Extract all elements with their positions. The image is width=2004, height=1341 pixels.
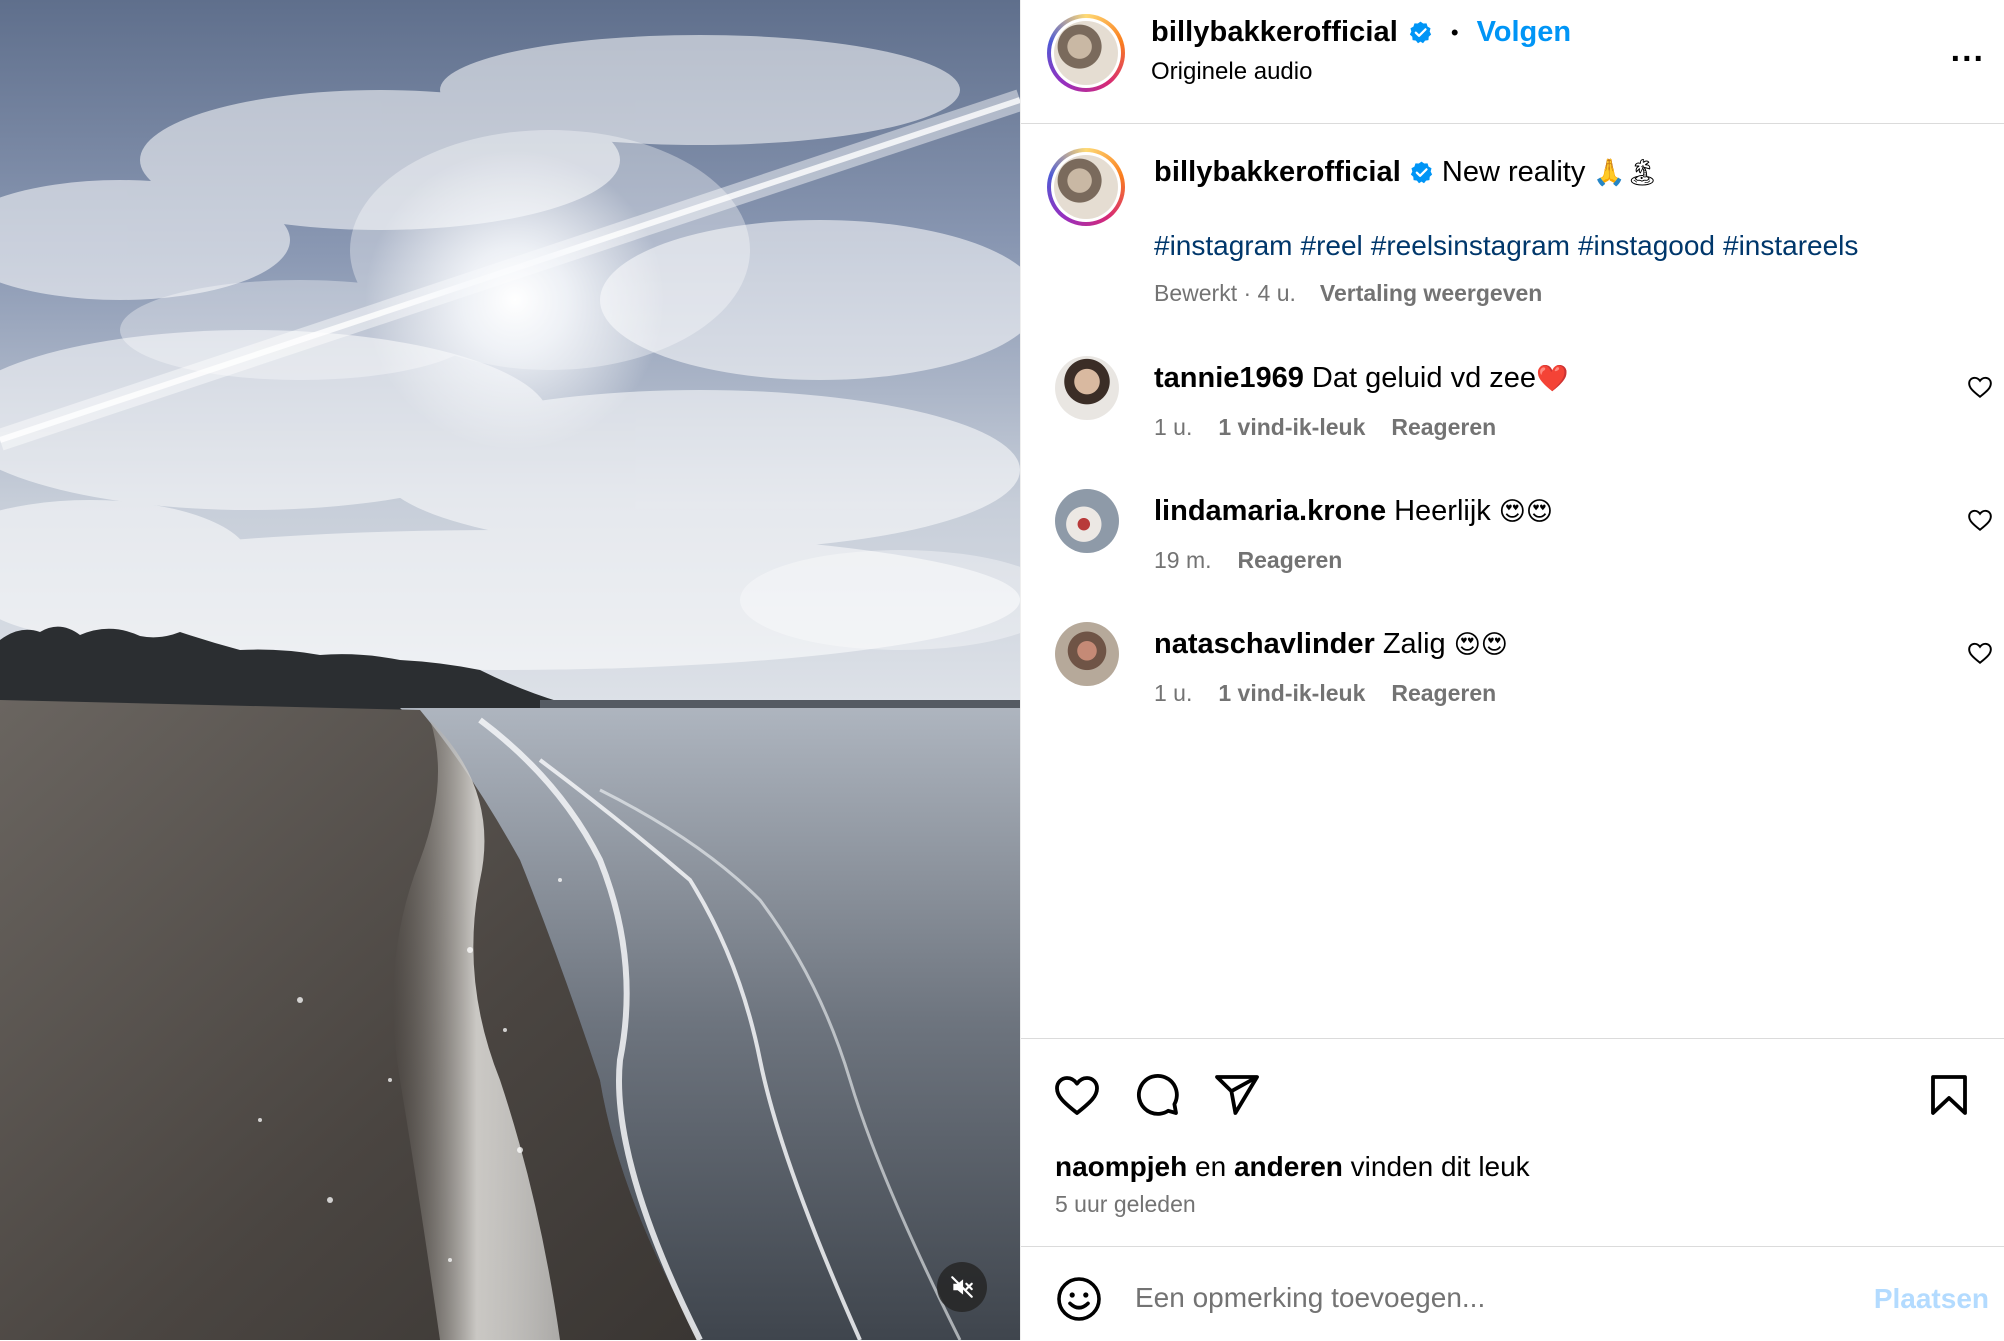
comment-text: Zalig (1382, 628, 1446, 660)
emoji-icon[interactable] (1055, 1275, 1103, 1323)
reel-video[interactable] (0, 0, 1020, 1340)
comment-likes-link[interactable]: 1 vind-ik-leuk (1218, 414, 1365, 441)
post-header: billybakkerofficial • Volgen Originele a… (1021, 0, 2004, 124)
comment-composer: Plaatsen (1021, 1246, 2004, 1341)
hashtag-link[interactable]: #instagram (1154, 230, 1293, 261)
mute-toggle-button[interactable] (937, 1262, 987, 1312)
commenter-avatar[interactable] (1055, 489, 1119, 553)
audio-label-link[interactable]: Originele audio (1151, 58, 1312, 86)
author-avatar[interactable] (1047, 14, 1125, 92)
hashtag-list: #instagram #reel #reelsinstagram #instagood… (1154, 230, 1866, 262)
commenter-avatar[interactable] (1055, 356, 1119, 420)
comment-emoji: ❤️ (1536, 363, 1569, 394)
post-timestamp[interactable]: 5 uur geleden (1055, 1191, 1196, 1218)
caption-text: New reality (1441, 156, 1586, 188)
commenter-username-link[interactable]: lindamaria.krone (1154, 495, 1386, 528)
comment-likes-link[interactable]: 1 vind-ik-leuk (1218, 680, 1365, 707)
likes-summary: naompjeh en anderen vinden dit leuk (1055, 1151, 1530, 1183)
follow-button[interactable]: Volgen (1477, 16, 1572, 49)
comment-icon[interactable] (1133, 1071, 1181, 1119)
liked-by-others-link[interactable]: anderen (1234, 1151, 1343, 1182)
comment-text: Dat geluid vd zee (1311, 362, 1537, 394)
comment-time: 19 m. (1154, 547, 1212, 573)
comment-emoji: 😍😍 (1453, 629, 1508, 660)
reply-button[interactable]: Reageren (1238, 547, 1343, 574)
comment-text: Heerlijk (1394, 495, 1491, 527)
liked-by-suffix: vinden dit leuk (1350, 1151, 1530, 1182)
author-username-link[interactable]: billybakkerofficial (1151, 16, 1398, 49)
commenter-avatar[interactable] (1055, 622, 1119, 686)
commenter-username-link[interactable]: tannie1969 (1154, 362, 1304, 395)
hashtag-link[interactable]: #instareels (1723, 230, 1858, 261)
comment-item: nataschavlinder Zalig 😍😍 1 u. 1 vind-ik-… (1021, 622, 2004, 732)
verified-badge-icon (1409, 21, 1432, 44)
hashtag-link[interactable]: #reelsinstagram (1371, 230, 1570, 261)
comment-like-heart-icon[interactable] (1967, 640, 1993, 666)
post-comment-button[interactable]: Plaatsen (1874, 1283, 1989, 1315)
caption-username-link[interactable]: billybakkerofficial (1154, 156, 1401, 189)
header-separator: • (1450, 19, 1459, 45)
liked-by-connector: en (1195, 1151, 1227, 1182)
post-details-panel: billybakkerofficial • Volgen Originele a… (1020, 0, 2004, 1340)
verified-badge-icon (1410, 161, 1433, 184)
edited-timestamp: Bewerkt · 4 u. (1154, 280, 1296, 306)
reply-button[interactable]: Reageren (1391, 414, 1496, 441)
caption-author-avatar[interactable] (1047, 148, 1125, 226)
commenter-username-link[interactable]: nataschavlinder (1154, 628, 1375, 661)
comment-emoji: 😍😍 (1498, 496, 1553, 527)
bookmark-icon[interactable] (1925, 1071, 1973, 1119)
comment-like-heart-icon[interactable] (1967, 374, 1993, 400)
hashtag-link[interactable]: #reel (1301, 230, 1363, 261)
more-options-button[interactable]: ... (1951, 30, 1985, 70)
beach-scene-image (0, 0, 1020, 1340)
comment-item: tannie1969 Dat geluid vd zee ❤️ 1 u. 1 v… (1021, 356, 2004, 466)
share-icon[interactable] (1213, 1071, 1261, 1119)
reply-button[interactable]: Reageren (1391, 680, 1496, 707)
hashtag-link[interactable]: #instagood (1578, 230, 1715, 261)
muted-speaker-icon (951, 1276, 973, 1298)
caption-emoji: 🙏🏝 (1593, 157, 1659, 188)
caption-meta: Bewerkt · 4 u. Vertaling weergeven (1154, 280, 1542, 307)
comment-time: 1 u. (1154, 680, 1193, 706)
comment-time: 1 u. (1154, 414, 1193, 440)
comment-input[interactable] (1133, 1269, 1837, 1327)
heart-icon[interactable] (1053, 1071, 1101, 1119)
see-translation-button[interactable]: Vertaling weergeven (1320, 280, 1542, 307)
comment-like-heart-icon[interactable] (1967, 507, 1993, 533)
comment-item: lindamaria.krone Heerlijk 😍😍 19 m. Reage… (1021, 489, 2004, 599)
liked-by-user-link[interactable]: naompjeh (1055, 1151, 1187, 1182)
